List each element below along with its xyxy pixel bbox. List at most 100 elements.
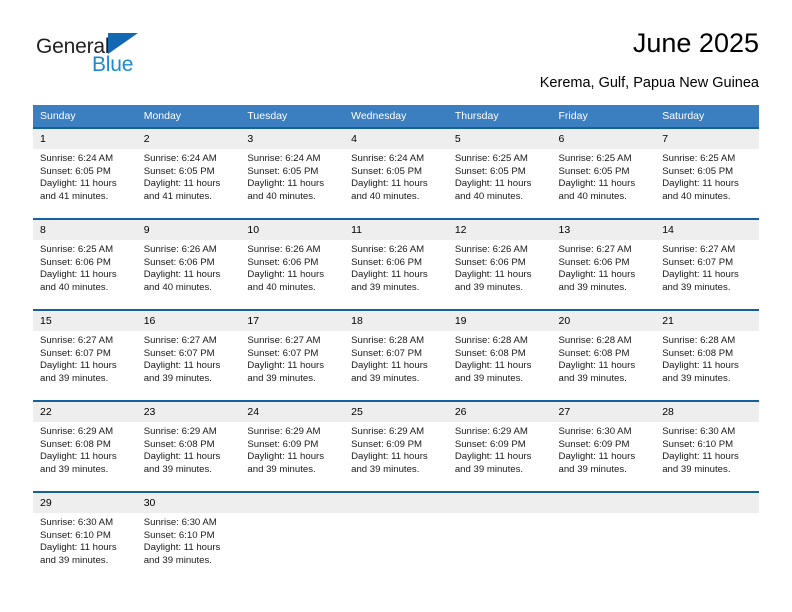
day-number (551, 493, 656, 513)
daylight-duration-line1: Daylight: 11 hours (351, 269, 428, 281)
calendar-day-cell[interactable]: 25 Sunrise: 6:29 AM Sunset: 6:09 PM Dayligh… (344, 400, 448, 492)
day-number: 3 (240, 129, 345, 149)
sunrise-time: Sunrise: 6:27 AM (143, 335, 217, 346)
calendar-day-cell[interactable]: 3 Sunrise: 6:24 AM Sunset: 6:05 PM Daylight… (240, 127, 345, 219)
calendar-day-cell[interactable]: 1 Sunrise: 6:24 AM Sunset: 6:05 PM Daylight… (33, 127, 137, 219)
calendar-day-cell[interactable]: 7 Sunrise: 6:25 AM Sunset: 6:05 PM Daylight… (655, 127, 759, 219)
daylight-duration-line1: Daylight: 11 hours (143, 360, 221, 372)
calendar-day-cell[interactable]: 6 Sunrise: 6:25 AM Sunset: 6:05 PM Daylight… (551, 127, 656, 219)
daylight-duration-line2: and 40 minutes. (558, 190, 627, 202)
calendar-day-cell[interactable]: 13 Sunrise: 6:27 AM Sunset: 6:06 PM Dayligh… (551, 218, 656, 310)
day-number: 17 (240, 311, 345, 331)
calendar-day-cell-empty (344, 491, 448, 582)
sunrise-time: Sunrise: 6:29 AM (247, 426, 321, 437)
day-number: 30 (136, 493, 241, 513)
calendar-day-cell[interactable]: 23 Sunrise: 6:29 AM Sunset: 6:08 PM Dayligh… (136, 400, 241, 492)
sunrise-time: Sunrise: 6:30 AM (662, 426, 736, 437)
weekday-header-friday: Friday (551, 105, 656, 128)
weekday-header-monday: Monday (136, 105, 241, 128)
calendar-day-cell[interactable]: 5 Sunrise: 6:25 AM Sunset: 6:05 PM Daylight… (447, 127, 552, 219)
sunset-time: Sunset: 6:05 PM (247, 165, 319, 177)
calendar-day-cell[interactable]: 16 Sunrise: 6:27 AM Sunset: 6:07 PM Dayligh… (136, 309, 241, 401)
day-number: 20 (551, 311, 656, 331)
day-details: Sunrise: 6:26 AM Sunset: 6:06 PM Daylight:… (137, 240, 241, 294)
daylight-duration-line1: Daylight: 11 hours (351, 360, 428, 372)
daylight-duration-line2: and 39 minutes. (558, 372, 627, 384)
daylight-duration-line2: and 40 minutes. (454, 190, 524, 202)
calendar-day-cell[interactable]: 28 Sunrise: 6:30 AM Sunset: 6:10 PM Dayligh… (655, 400, 759, 492)
daylight-duration-line1: Daylight: 11 hours (558, 451, 636, 463)
day-details: Sunrise: 6:30 AM Sunset: 6:10 PM Daylight:… (137, 513, 241, 567)
calendar-day-cell[interactable]: 21 Sunrise: 6:28 AM Sunset: 6:08 PM Dayligh… (655, 309, 759, 401)
sunrise-time: Sunrise: 6:30 AM (40, 517, 114, 528)
calendar-day-cell[interactable]: 11 Sunrise: 6:26 AM Sunset: 6:06 PM Dayligh… (344, 218, 448, 310)
calendar-day-cell[interactable]: 29 Sunrise: 6:30 AM Sunset: 6:10 PM Dayligh… (33, 491, 137, 582)
calendar-day-cell[interactable]: 30 Sunrise: 6:30 AM Sunset: 6:10 PM Dayligh… (136, 491, 241, 582)
calendar-day-cell[interactable]: 22 Sunrise: 6:29 AM Sunset: 6:08 PM Dayligh… (33, 400, 137, 492)
sunrise-sunset-calendar: Sunday Monday Tuesday Wednesday Thursday… (33, 105, 759, 582)
daylight-duration-line2: and 39 minutes. (247, 372, 316, 384)
daylight-duration-line1: Daylight: 11 hours (40, 178, 117, 190)
weekday-header-wednesday: Wednesday (344, 105, 448, 128)
day-number: 4 (344, 129, 448, 149)
calendar-day-cell[interactable]: 20 Sunrise: 6:28 AM Sunset: 6:08 PM Dayligh… (551, 309, 656, 401)
weekday-header-row: Sunday Monday Tuesday Wednesday Thursday… (33, 105, 759, 128)
day-details: Sunrise: 6:26 AM Sunset: 6:06 PM Daylight:… (344, 240, 448, 294)
daylight-duration-line1: Daylight: 11 hours (454, 178, 532, 190)
daylight-duration-line2: and 39 minutes. (40, 554, 109, 566)
calendar-week-row: 22 Sunrise: 6:29 AM Sunset: 6:08 PM Dayligh… (33, 400, 759, 492)
daylight-duration-line2: and 39 minutes. (454, 281, 524, 293)
daylight-duration-line1: Daylight: 11 hours (143, 451, 221, 463)
daylight-duration-line2: and 39 minutes. (662, 463, 731, 475)
daylight-duration-line2: and 39 minutes. (247, 463, 316, 475)
sunrise-time: Sunrise: 6:24 AM (40, 153, 114, 164)
daylight-duration-line2: and 40 minutes. (247, 190, 316, 202)
sunset-time: Sunset: 6:06 PM (351, 256, 423, 268)
sunset-time: Sunset: 6:06 PM (143, 256, 215, 268)
daylight-duration-line2: and 40 minutes. (247, 281, 316, 293)
calendar-day-cell[interactable]: 15 Sunrise: 6:27 AM Sunset: 6:07 PM Dayligh… (33, 309, 137, 401)
general-blue-logo[interactable]: General Blue (36, 32, 246, 84)
calendar-day-cell[interactable]: 27 Sunrise: 6:30 AM Sunset: 6:09 PM Dayligh… (551, 400, 656, 492)
calendar-day-cell[interactable]: 10 Sunrise: 6:26 AM Sunset: 6:06 PM Dayligh… (240, 218, 345, 310)
daylight-duration-line1: Daylight: 11 hours (40, 542, 117, 554)
sunset-time: Sunset: 6:07 PM (662, 256, 734, 268)
day-details: Sunrise: 6:24 AM Sunset: 6:05 PM Daylight:… (344, 149, 448, 203)
day-number: 24 (240, 402, 345, 422)
daylight-duration-line1: Daylight: 11 hours (247, 451, 325, 463)
day-number: 11 (344, 220, 448, 240)
sunset-time: Sunset: 6:07 PM (247, 347, 319, 359)
daylight-duration-line2: and 39 minutes. (143, 463, 212, 475)
day-number: 7 (655, 129, 759, 149)
sunrise-time: Sunrise: 6:29 AM (351, 426, 425, 437)
sunrise-time: Sunrise: 6:24 AM (351, 153, 425, 164)
daylight-duration-line2: and 39 minutes. (143, 554, 212, 566)
daylight-duration-line1: Daylight: 11 hours (247, 178, 325, 190)
calendar-day-cell[interactable]: 4 Sunrise: 6:24 AM Sunset: 6:05 PM Daylight… (344, 127, 448, 219)
calendar-week-row: 1 Sunrise: 6:24 AM Sunset: 6:05 PM Daylight… (33, 127, 759, 219)
calendar-day-cell[interactable]: 2 Sunrise: 6:24 AM Sunset: 6:05 PM Daylight… (136, 127, 241, 219)
sunrise-time: Sunrise: 6:29 AM (40, 426, 114, 437)
calendar-day-cell[interactable]: 14 Sunrise: 6:27 AM Sunset: 6:07 PM Dayligh… (655, 218, 759, 310)
day-number: 13 (551, 220, 656, 240)
calendar-day-cell[interactable]: 19 Sunrise: 6:28 AM Sunset: 6:08 PM Dayligh… (447, 309, 552, 401)
calendar-day-cell[interactable]: 12 Sunrise: 6:26 AM Sunset: 6:06 PM Dayligh… (447, 218, 552, 310)
daylight-duration-line1: Daylight: 11 hours (40, 269, 117, 281)
daylight-duration-line1: Daylight: 11 hours (143, 542, 221, 554)
calendar-day-cell[interactable]: 17 Sunrise: 6:27 AM Sunset: 6:07 PM Dayligh… (240, 309, 345, 401)
sunset-time: Sunset: 6:05 PM (454, 165, 526, 177)
daylight-duration-line1: Daylight: 11 hours (662, 451, 739, 463)
day-details: Sunrise: 6:29 AM Sunset: 6:08 PM Daylight:… (137, 422, 241, 476)
daylight-duration-line2: and 39 minutes. (40, 463, 109, 475)
sunrise-time: Sunrise: 6:27 AM (558, 244, 632, 255)
day-number (240, 493, 345, 513)
daylight-duration-line2: and 40 minutes. (40, 281, 109, 293)
daylight-duration-line1: Daylight: 11 hours (558, 269, 636, 281)
calendar-day-cell[interactable]: 26 Sunrise: 6:29 AM Sunset: 6:09 PM Dayligh… (447, 400, 552, 492)
calendar-day-cell[interactable]: 18 Sunrise: 6:28 AM Sunset: 6:07 PM Dayligh… (344, 309, 448, 401)
calendar-day-cell[interactable]: 24 Sunrise: 6:29 AM Sunset: 6:09 PM Dayligh… (240, 400, 345, 492)
sunrise-time: Sunrise: 6:26 AM (247, 244, 321, 255)
calendar-day-cell[interactable]: 9 Sunrise: 6:26 AM Sunset: 6:06 PM Daylight… (136, 218, 241, 310)
calendar-day-cell[interactable]: 8 Sunrise: 6:25 AM Sunset: 6:06 PM Daylight… (33, 218, 137, 310)
day-number: 25 (344, 402, 448, 422)
